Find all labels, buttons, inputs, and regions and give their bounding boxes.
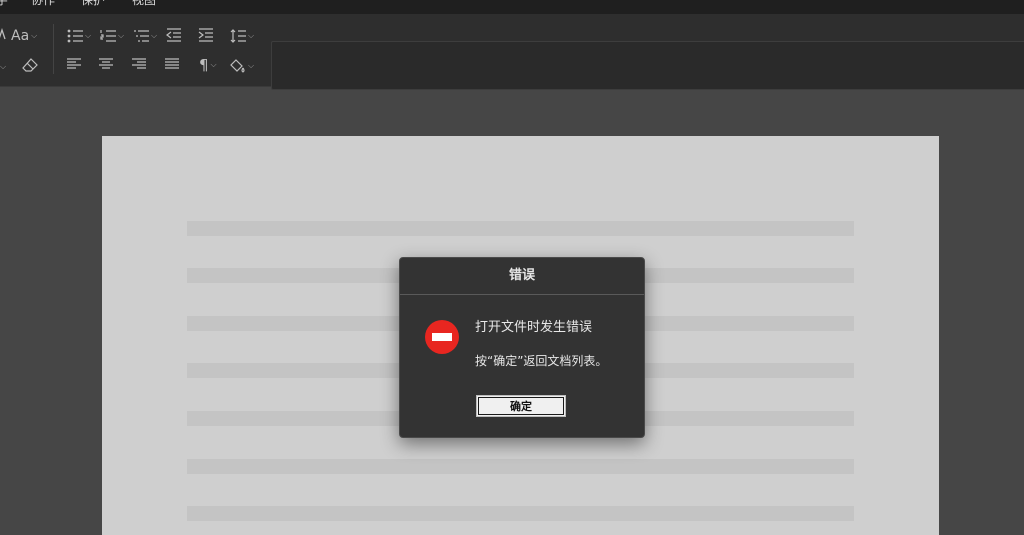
placeholder-line bbox=[187, 506, 854, 521]
clear-format-button[interactable] bbox=[22, 58, 38, 72]
increase-indent-button[interactable] bbox=[198, 28, 214, 42]
align-left-icon bbox=[67, 58, 81, 69]
dialog-title: 错误 bbox=[508, 268, 535, 283]
placeholder-line bbox=[187, 459, 854, 474]
error-instruction: 按“确定”返回文档列表。 bbox=[475, 354, 608, 368]
shading-button[interactable]: ⌵ bbox=[230, 58, 254, 74]
decrease-indent-button[interactable] bbox=[166, 28, 182, 42]
ribbon-separator bbox=[53, 24, 54, 74]
ribbon-styles-area[interactable] bbox=[271, 41, 1024, 90]
align-center-icon bbox=[99, 58, 113, 69]
chevron-down-icon: ⌵ bbox=[0, 62, 7, 71]
placeholder-line bbox=[187, 221, 854, 236]
chevron-down-icon: ⌵ bbox=[118, 31, 125, 40]
increase-indent-icon bbox=[198, 28, 213, 42]
error-dialog: 错误 打开文件时发生错误 按“确定”返回文档列表。 确定 bbox=[399, 257, 645, 438]
error-stop-icon bbox=[425, 320, 459, 354]
paint-bucket-icon bbox=[230, 59, 245, 73]
menu-item-text[interactable]: 字 bbox=[0, 0, 8, 7]
align-right-button[interactable] bbox=[132, 58, 146, 70]
change-case-button[interactable]: Aa ⌵ bbox=[11, 28, 37, 44]
pilcrow-icon: ¶ bbox=[199, 56, 209, 74]
multilevel-list-button[interactable]: ⌵ bbox=[133, 28, 157, 44]
change-case-label: Aa bbox=[11, 28, 30, 44]
multilevel-list-icon bbox=[134, 30, 149, 42]
align-left-button[interactable] bbox=[67, 58, 81, 70]
justify-icon bbox=[165, 58, 179, 69]
eraser-icon bbox=[22, 58, 38, 72]
font-size-down-icon[interactable] bbox=[0, 28, 6, 40]
font-color-button[interactable]: ⌵ bbox=[0, 59, 6, 75]
menu-item-protect[interactable]: 保护 bbox=[81, 0, 105, 7]
error-message: 打开文件时发生错误 bbox=[475, 320, 593, 335]
menu-item-view[interactable]: 视图 bbox=[132, 0, 156, 7]
chevron-down-icon: ⌵ bbox=[85, 31, 92, 40]
chevron-down-icon: ⌵ bbox=[151, 31, 158, 40]
ribbon-toolbar: Aa ⌵ ⌵ ⌵ ⌵ ⌵ ⌵ ¶ ⌵ ⌵ bbox=[0, 14, 1024, 90]
decrease-indent-icon bbox=[166, 28, 181, 42]
align-right-icon bbox=[132, 58, 146, 69]
dialog-divider bbox=[400, 294, 644, 295]
align-center-button[interactable] bbox=[99, 58, 113, 70]
chevron-down-icon: ⌵ bbox=[31, 31, 38, 40]
bullet-list-icon bbox=[67, 29, 83, 43]
line-spacing-button[interactable]: ⌵ bbox=[230, 28, 254, 44]
bullet-list-button[interactable]: ⌵ bbox=[67, 28, 91, 44]
chevron-down-icon: ⌵ bbox=[210, 60, 217, 69]
justify-button[interactable] bbox=[165, 58, 179, 70]
numbered-list-button[interactable]: ⌵ bbox=[100, 28, 124, 44]
menu-item-collaborate[interactable]: 协作 bbox=[31, 0, 55, 7]
chevron-down-icon: ⌵ bbox=[248, 61, 255, 70]
chevron-down-icon: ⌵ bbox=[248, 31, 255, 40]
line-spacing-icon bbox=[230, 29, 246, 43]
paragraph-marks-button[interactable]: ¶ ⌵ bbox=[199, 57, 217, 73]
numbered-list-icon bbox=[100, 30, 116, 42]
menu-bar: 字 协作 保护 视图 bbox=[0, 0, 1024, 14]
ok-button[interactable]: 确定 bbox=[476, 395, 566, 417]
